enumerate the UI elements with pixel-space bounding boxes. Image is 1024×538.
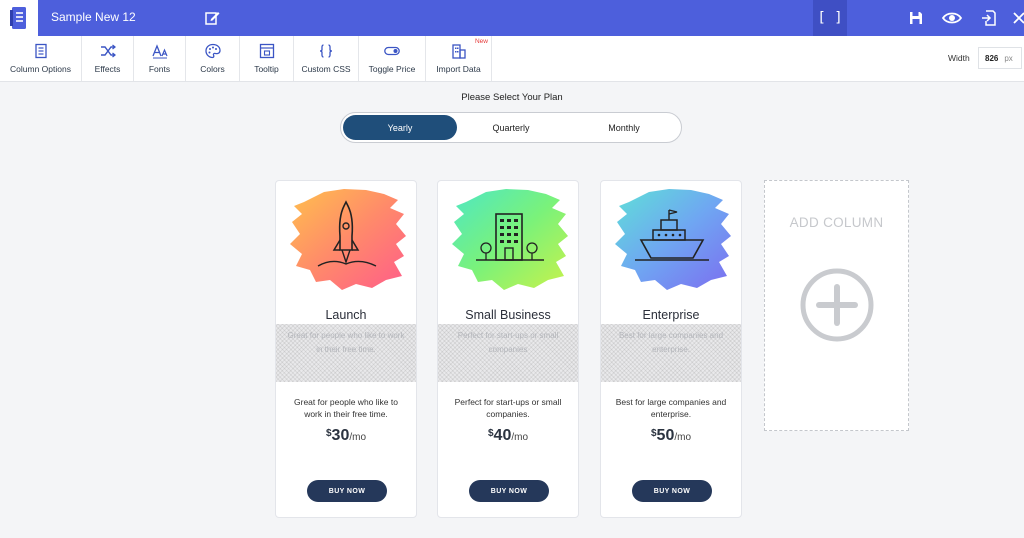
tool-label: Import Data [436,64,481,74]
add-column-button[interactable]: ADD COLUMN [764,180,909,431]
palette-icon [204,43,221,59]
plan-description: Perfect for start-ups or small companies… [454,397,562,419]
app-logo[interactable] [0,0,38,36]
plan-price: $50/mo [601,427,741,445]
tool-label: Fonts [148,64,171,74]
document-icon [10,7,26,29]
tool-label: Tooltip [254,64,279,74]
plan-name: Small Business [465,308,551,322]
plus-circle-icon [800,268,874,342]
tool-import-data[interactable]: New Import Data [426,36,492,81]
tool-label: Colors [200,64,225,74]
column-options-icon [34,43,47,59]
preview-button[interactable] [941,9,963,27]
plan-price: $30/mo [276,427,416,445]
plan-option-monthly[interactable]: Monthly [567,115,681,140]
plan-option-yearly[interactable]: Yearly [343,115,457,140]
buy-now-button[interactable]: BUY NOW [307,480,387,502]
plan-tagline: Great for people who like to work in the… [276,324,416,382]
tool-colors[interactable]: Colors [186,36,240,81]
tool-tooltip[interactable]: Tooltip [240,36,294,81]
plan-tagline: Best for large companies and enterprise. [601,324,741,382]
price-amount: 40 [493,427,512,444]
bracket-toggle-button[interactable]: [ ] [813,0,847,36]
price-amount: 50 [656,427,675,444]
toggle-icon [384,46,400,56]
price-period: /mo [349,432,367,443]
export-icon [982,10,996,26]
rocket-icon [290,189,406,290]
width-input[interactable]: 826 px [978,47,1022,69]
width-unit: px [1004,53,1013,63]
plan-option-quarterly[interactable]: Quarterly [454,115,568,140]
plan-description: Great for people who like to work in the… [294,397,398,419]
buy-now-button[interactable]: BUY NOW [632,480,712,502]
pricing-card-enterprise[interactable]: Enterprise Best for large companies and … [600,180,742,518]
save-button[interactable] [907,9,925,27]
plan-toggle: Yearly Quarterly Monthly [340,112,682,143]
plan-tagline: Perfect for start-ups or small companies [438,324,578,382]
pricing-card-launch[interactable]: Launch Great for people who like to work… [275,180,417,518]
price-currency: $ [650,428,657,439]
ship-icon [615,189,731,290]
price-currency: $ [325,428,332,439]
add-column-label: ADD COLUMN [789,215,884,230]
width-value: 826 [985,53,999,63]
price-period: /mo [674,432,692,443]
building-icon [452,189,568,290]
braces-icon [319,44,333,58]
top-bar: Sample New 12 [ ] [0,0,1024,36]
export-button[interactable] [980,9,998,27]
edit-title-button[interactable] [203,9,221,27]
tool-fonts[interactable]: Fonts [134,36,186,81]
tool-effects[interactable]: Effects [82,36,134,81]
plan-name: Launch [325,308,367,322]
plan-selector-title: Please Select Your Plan [461,92,563,103]
edit-icon [205,12,220,25]
price-amount: 30 [331,427,350,444]
tool-label: Effects [94,64,121,74]
save-icon [910,12,922,24]
tooltip-icon [259,43,274,59]
tool-label: Column Options [10,64,71,74]
import-icon [451,44,466,59]
document-title: Sample New 12 [51,10,136,24]
buy-now-button[interactable]: BUY NOW [469,480,549,502]
shuffle-icon [100,44,116,58]
pricing-card-small-business[interactable]: Small Business Perfect for start-ups or … [437,180,579,518]
tool-label: Toggle Price [368,64,416,74]
plan-description: Best for large companies and enterprise. [615,397,727,419]
width-label: Width [948,53,970,63]
close-button[interactable] [1012,9,1024,27]
tool-toggle-price[interactable]: Toggle Price [359,36,426,81]
toolbar: Column Options Effects Fonts Colors Tool… [0,36,1024,82]
price-period: /mo [511,432,529,443]
new-badge: New [474,38,488,45]
price-currency: $ [487,428,494,439]
tool-label: Custom CSS [301,64,351,74]
eye-icon [941,12,963,24]
close-icon [1013,12,1024,24]
plan-price: $40/mo [438,427,578,445]
font-icon [151,44,168,59]
tool-column-options[interactable]: Column Options [0,36,82,81]
plan-name: Enterprise [642,308,700,322]
tool-custom-css[interactable]: Custom CSS [294,36,359,81]
